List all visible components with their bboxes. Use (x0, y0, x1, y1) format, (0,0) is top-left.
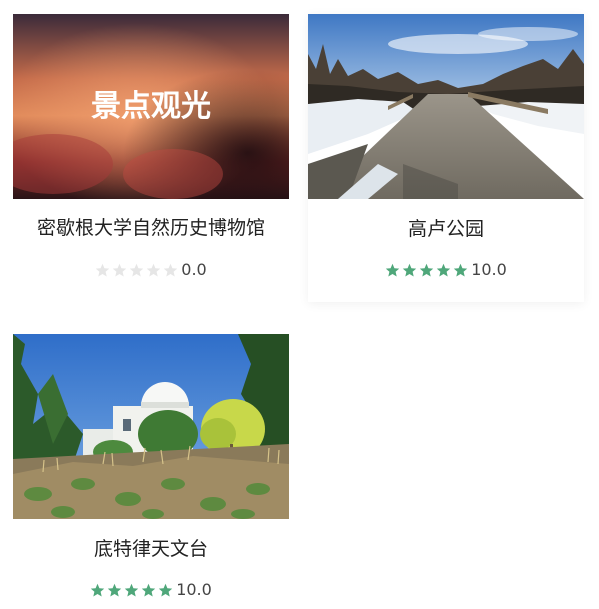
star-icon (419, 263, 434, 276)
rating-score: 0.0 (181, 259, 207, 279)
card-title[interactable]: 高卢公园 (308, 217, 584, 241)
star-icon (107, 583, 122, 596)
star-icon (385, 263, 400, 276)
star-icon (141, 583, 156, 596)
card-rating: 10.0 (308, 259, 584, 280)
card-thumbnail[interactable] (13, 334, 289, 519)
card-thumbnail[interactable]: 景点观光 (13, 14, 289, 199)
attraction-card-park[interactable]: 高卢公园 10.0 (308, 14, 584, 302)
attraction-card-museum[interactable]: 景点观光 密歇根大学自然历史博物馆 0.0 (13, 14, 289, 294)
star-icon (96, 263, 110, 276)
observatory-photo (13, 334, 289, 519)
placeholder-image: 景点观光 (13, 14, 289, 199)
star-icon (147, 263, 161, 276)
star-icon (158, 583, 173, 596)
star-rating (95, 260, 180, 280)
attraction-card-observatory[interactable]: 底特律天文台 10.0 (13, 334, 289, 604)
star-rating (385, 260, 470, 280)
card-thumbnail[interactable] (308, 14, 584, 199)
card-title[interactable]: 底特律天文台 (13, 537, 289, 561)
rating-score: 10.0 (176, 579, 212, 599)
card-rating: 0.0 (13, 259, 289, 280)
card-overlay-text: 景点观光 (91, 89, 211, 124)
star-icon (436, 263, 451, 276)
star-rating (90, 580, 175, 600)
star-icon (113, 263, 127, 276)
card-rating: 10.0 (13, 579, 289, 600)
star-icon (402, 263, 417, 276)
star-icon (453, 263, 468, 276)
star-icon (164, 263, 178, 276)
star-icon (130, 263, 144, 276)
rating-score: 10.0 (471, 259, 507, 279)
card-title[interactable]: 密歇根大学自然历史博物馆 (13, 216, 289, 240)
park-bridge-photo (308, 14, 584, 199)
star-icon (124, 583, 139, 596)
star-icon (90, 583, 105, 596)
